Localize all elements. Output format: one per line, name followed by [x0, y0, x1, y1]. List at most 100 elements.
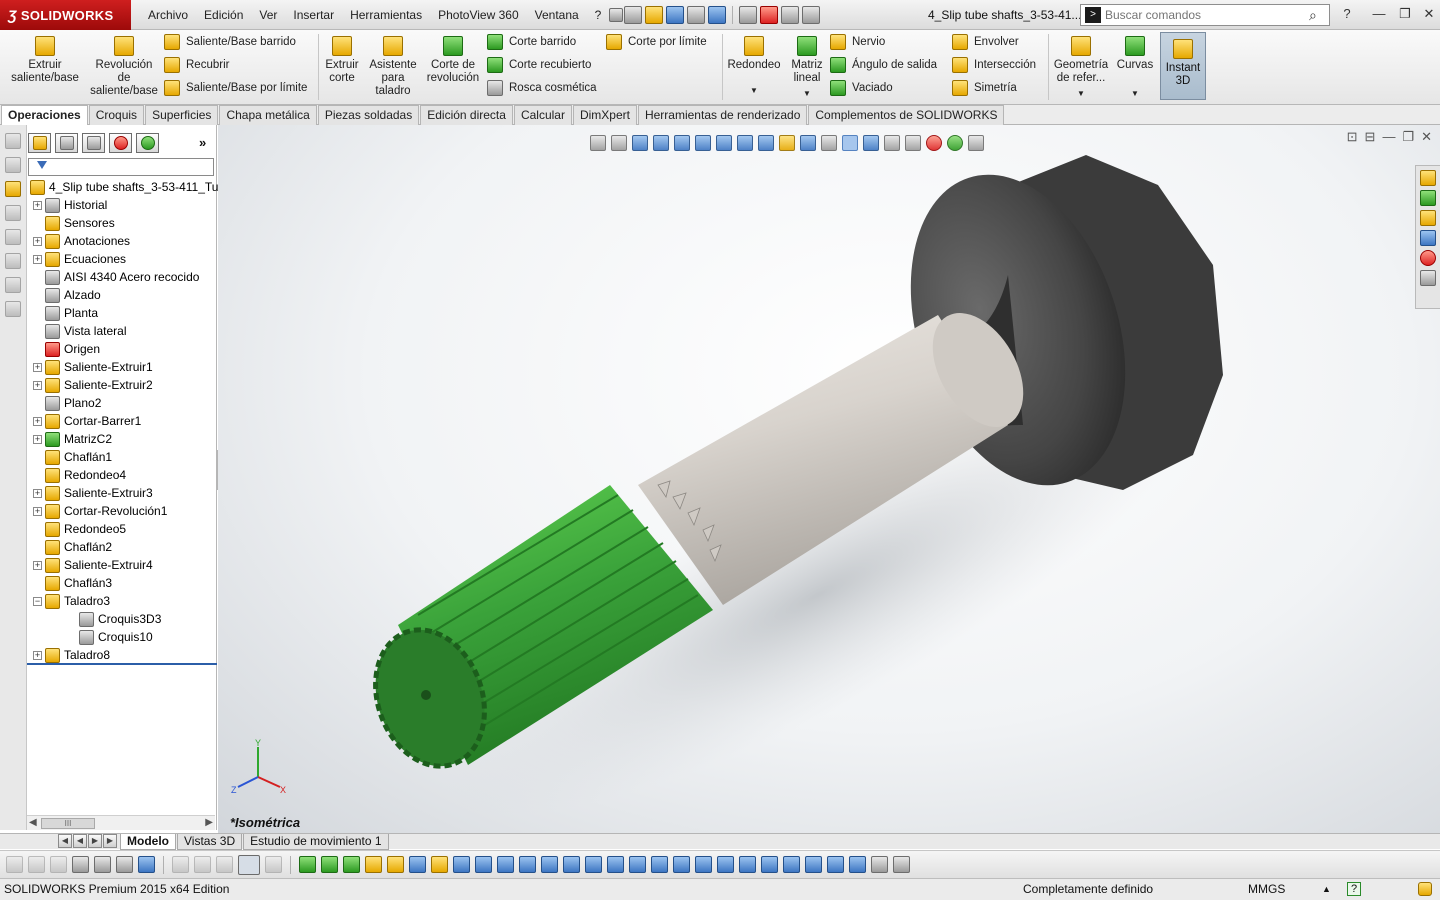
loft-button[interactable]: Recubrir	[164, 55, 307, 75]
filter-dimensions-icon[interactable]	[563, 856, 580, 873]
filter-blocks-icon[interactable]	[739, 856, 756, 873]
close-button[interactable]: ✕	[1420, 5, 1438, 23]
tab-modelo[interactable]: Modelo	[120, 834, 176, 850]
custom-properties-icon[interactable]	[1420, 270, 1436, 286]
tree-item[interactable]: Plano2	[33, 394, 101, 412]
menu-ventana[interactable]: Ventana	[527, 4, 587, 26]
tree-item[interactable]: + Saliente-Extruir3	[33, 484, 153, 502]
select-pointer-icon[interactable]	[238, 854, 260, 875]
tab-vistas-3d[interactable]: Vistas 3D	[177, 834, 243, 850]
filter-solid-bodies-icon[interactable]	[387, 856, 404, 873]
units-arrow-icon[interactable]: ▲	[1322, 884, 1331, 894]
expand-icon[interactable]: +	[33, 236, 42, 246]
last-tab-icon[interactable]: ▶	[103, 834, 117, 848]
intersect-button[interactable]: Intersección	[952, 55, 1036, 75]
tree-item[interactable]: Chaflán2	[33, 538, 112, 556]
lofted-cut-button[interactable]: Corte recubierto	[487, 55, 597, 75]
minimize-button[interactable]: —	[1370, 5, 1388, 23]
tree-item[interactable]: AISI 4340 Acero recocido	[33, 268, 199, 286]
filter-sketch-segments-icon[interactable]	[475, 856, 492, 873]
filter-cosmetic-threads-icon[interactable]	[717, 856, 734, 873]
select-cursor-icon[interactable]	[739, 6, 757, 24]
filter-planes-icon[interactable]	[431, 856, 448, 873]
tree-filter-input[interactable]	[28, 158, 214, 176]
revolve-cut-button[interactable]: Corte de revolución	[424, 36, 482, 85]
linear-pattern-button[interactable]: Matriz lineal ▼	[786, 36, 828, 100]
tab-piezas-soldadas[interactable]: Piezas soldadas	[317, 105, 420, 125]
tab-complementos[interactable]: Complementos de SOLIDWORKS	[808, 105, 1005, 125]
menu-herramientas[interactable]: Herramientas	[342, 4, 430, 26]
rib-button[interactable]: Nervio	[830, 32, 937, 52]
mirror-button[interactable]: Simetría	[952, 78, 1036, 98]
open-folder-icon[interactable]	[645, 6, 663, 24]
instant3d-button[interactable]: Instant 3D	[1160, 32, 1206, 100]
menu-ver[interactable]: Ver	[251, 4, 285, 26]
extrude-cut-button[interactable]: Extruir corte	[322, 36, 362, 85]
tree-item[interactable]: Chaflán1	[33, 448, 112, 466]
menu-archivo[interactable]: Archivo	[140, 4, 196, 26]
file-explorer-icon[interactable]	[1420, 210, 1436, 226]
tree-item[interactable]: + Saliente-Extruir1	[33, 358, 153, 376]
mass-properties-icon[interactable]	[5, 229, 21, 245]
feedback-tag-icon[interactable]	[1418, 882, 1432, 896]
reference-geometry-button[interactable]: Geometría de refer... ▼	[1052, 36, 1110, 100]
rollback-bar[interactable]	[27, 663, 217, 665]
filter-sketch-points-icon[interactable]	[453, 856, 470, 873]
sort-icon[interactable]	[116, 856, 133, 873]
expand-icon[interactable]: +	[33, 380, 42, 390]
file-properties-icon[interactable]	[781, 6, 799, 24]
filter-datum-features-icon[interactable]	[651, 856, 668, 873]
tree-item[interactable]: + Taladro8	[33, 646, 110, 664]
tree-item[interactable]: + Historial	[33, 196, 107, 214]
filter-datum-targets-icon[interactable]	[695, 856, 712, 873]
featuremanager-tab[interactable]	[28, 133, 51, 153]
filter-solid-icon[interactable]	[849, 856, 866, 873]
print-icon[interactable]	[687, 6, 705, 24]
resources-home-icon[interactable]	[1420, 170, 1436, 186]
tree-item[interactable]: + Cortar-Barrer1	[33, 412, 141, 430]
fillet-dropdown-icon[interactable]: ▼	[750, 84, 758, 97]
reference-plane-icon[interactable]	[5, 277, 21, 293]
tree-item[interactable]: − Taladro3	[33, 592, 110, 610]
tree-item[interactable]: + Saliente-Extruir4	[33, 556, 153, 574]
shell-button[interactable]: Vaciado	[830, 78, 937, 98]
menu-help[interactable]: ?	[587, 4, 610, 26]
tree-item[interactable]: Sensores	[33, 214, 115, 232]
expand-icon[interactable]: +	[33, 434, 42, 444]
menu-edicion[interactable]: Edición	[196, 4, 251, 26]
collapse-icon[interactable]: −	[33, 596, 42, 606]
dimxpert-tab[interactable]	[109, 133, 132, 153]
tree-item[interactable]: Croquis10	[67, 628, 153, 646]
tab-calcular[interactable]: Calcular	[513, 105, 572, 125]
draft-button[interactable]: Ángulo de salida	[830, 55, 937, 75]
menu-photoview[interactable]: PhotoView 360	[430, 4, 527, 26]
swept-cut-button[interactable]: Corte barrido	[487, 32, 597, 52]
tree-item[interactable]: Planta	[33, 304, 98, 322]
help-icon[interactable]: ?	[1338, 5, 1356, 23]
filter-weld-symbols-icon[interactable]	[673, 856, 690, 873]
expand-icon[interactable]: +	[33, 200, 42, 210]
extrude-boss-button[interactable]: Extruir saliente/base	[8, 36, 82, 85]
appearances-icon[interactable]	[1420, 250, 1436, 266]
filter-meshes-icon[interactable]	[871, 856, 888, 873]
shaded-icon[interactable]	[6, 856, 23, 873]
filter-surface-finish-icon[interactable]	[585, 856, 602, 873]
tree-item[interactable]: Redondeo4	[33, 466, 126, 484]
tree-item[interactable]: Croquis3D3	[67, 610, 161, 628]
section-view-icon[interactable]	[5, 253, 21, 269]
filter-centerlines-icon[interactable]	[541, 856, 558, 873]
hidden-lines-icon[interactable]	[50, 856, 67, 873]
filter-surface-bodies-icon[interactable]	[365, 856, 382, 873]
solidworks-logo[interactable]: Ʒ SOLIDWORKS	[0, 0, 131, 30]
first-tab-icon[interactable]: ◀	[58, 834, 72, 848]
list-view-icon[interactable]	[72, 856, 89, 873]
tree-item[interactable]: Chaflán3	[33, 574, 112, 592]
tree-item[interactable]: + Anotaciones	[33, 232, 130, 250]
boundary-cut-button[interactable]: Corte por límite	[606, 32, 707, 52]
unit-system[interactable]: MMGS	[1248, 882, 1285, 896]
tree-horizontal-scrollbar[interactable]: ◀ III ▶	[27, 815, 215, 830]
search-icon[interactable]: ⌕	[1309, 7, 1325, 23]
filter-toggle-icon[interactable]	[194, 856, 211, 873]
swept-boss-button[interactable]: Saliente/Base barrido	[164, 32, 307, 52]
scroll-thumb[interactable]: III	[41, 818, 95, 829]
